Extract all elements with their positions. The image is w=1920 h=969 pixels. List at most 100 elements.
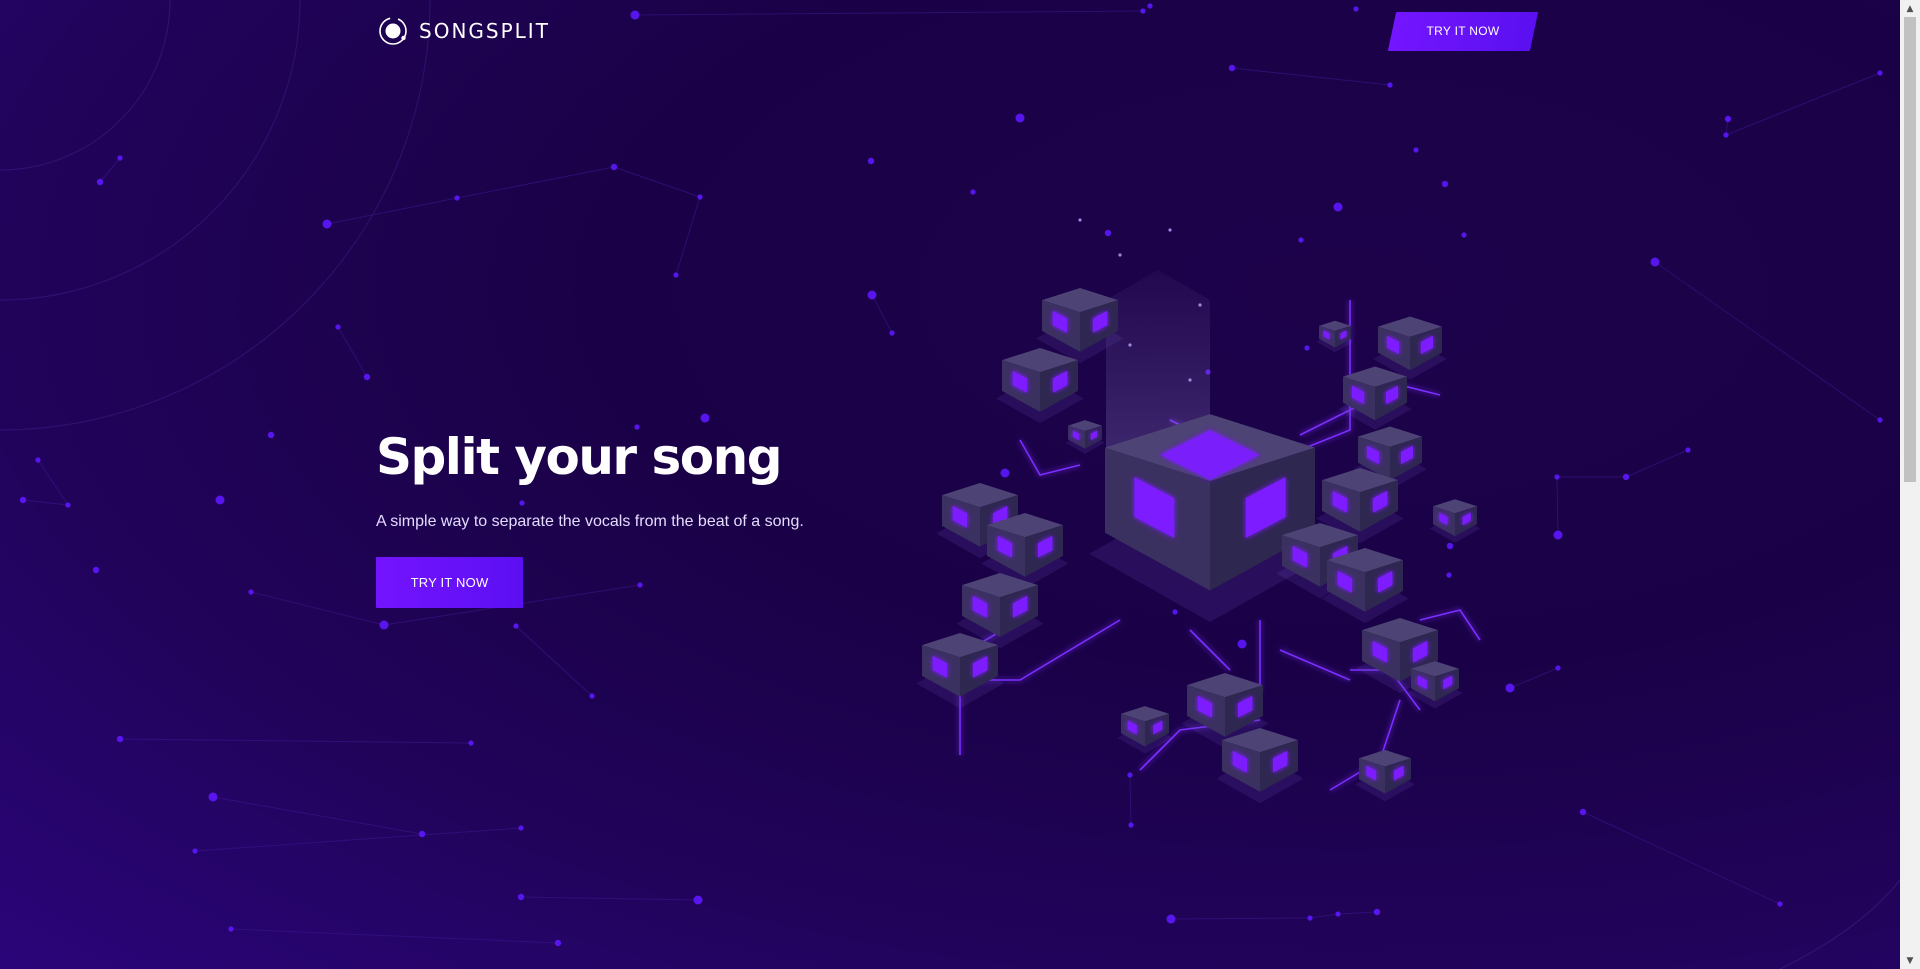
network-line xyxy=(119,738,472,744)
brand-name: SONGSPLIT xyxy=(419,19,550,43)
sparkle xyxy=(1128,343,1132,347)
hero-subtitle: A simple way to separate the vocals from… xyxy=(376,513,804,530)
network-line xyxy=(1654,261,1881,421)
cube-small xyxy=(1321,547,1409,624)
network-dot xyxy=(215,495,225,505)
network-dot xyxy=(1554,474,1560,480)
network-dot xyxy=(267,431,275,439)
network-dot xyxy=(117,155,123,161)
network-line xyxy=(1582,811,1781,905)
network-line xyxy=(37,459,69,506)
network-dot xyxy=(1553,530,1563,540)
network-dot xyxy=(1777,901,1783,907)
network-dot xyxy=(208,792,218,802)
network-line xyxy=(520,896,699,901)
network-dot xyxy=(970,189,976,195)
cube-tiny xyxy=(1065,420,1105,454)
hero-title: Split your song xyxy=(376,428,782,486)
network-line xyxy=(1170,917,1311,920)
network-dot xyxy=(867,157,875,165)
network-dot xyxy=(673,272,679,278)
hero-section: Split your song A simple way to separate… xyxy=(376,420,804,608)
network-line xyxy=(230,928,559,944)
background-arc xyxy=(1779,879,1900,969)
network-line xyxy=(1725,72,1881,136)
network-dot xyxy=(468,740,474,746)
landing-page: SONGSPLIT TRY IT NOW Split your song A s… xyxy=(0,0,1920,969)
network-dot xyxy=(96,178,104,186)
network-dot xyxy=(513,623,519,629)
network-line xyxy=(212,796,423,835)
network-dot xyxy=(697,194,703,200)
network-line xyxy=(326,197,458,225)
sparkle xyxy=(1188,378,1192,382)
network-dot xyxy=(1335,911,1341,917)
orbit-circle-icon xyxy=(379,17,407,45)
network-dot xyxy=(518,825,524,831)
network-line xyxy=(22,499,69,506)
network-dot xyxy=(1685,447,1691,453)
network-dot xyxy=(1373,908,1381,916)
network-dot xyxy=(65,502,71,508)
cube-tiny xyxy=(1316,320,1354,353)
network-dot xyxy=(1723,132,1729,138)
network-line xyxy=(515,625,593,697)
network-line xyxy=(456,166,615,199)
network-dot xyxy=(379,620,389,630)
header-try-it-now-button[interactable]: TRY IT NOW xyxy=(1387,12,1539,51)
cube-small xyxy=(1216,727,1304,804)
network-dot xyxy=(454,195,460,201)
network-line xyxy=(1625,449,1689,478)
site-header: SONGSPLIT TRY IT NOW xyxy=(0,0,1900,66)
cube-small xyxy=(916,632,1004,709)
network-dot xyxy=(1441,180,1449,188)
network-line xyxy=(613,166,701,198)
circuit-line xyxy=(1189,629,1231,671)
network-dot xyxy=(1622,473,1630,481)
network-dot xyxy=(1877,70,1883,76)
network-dot xyxy=(517,893,525,901)
vertical-scrollbar[interactable]: ▲ ▼ xyxy=(1900,0,1920,969)
network-dot xyxy=(116,735,124,743)
network-dot xyxy=(1555,665,1561,671)
isometric-cubes-network-illustration xyxy=(916,218,1481,804)
scrollbar-thumb[interactable] xyxy=(1904,17,1916,482)
network-line xyxy=(337,326,368,378)
network-dot xyxy=(363,373,371,381)
network-dot xyxy=(192,848,198,854)
network-line xyxy=(675,196,701,276)
network-line xyxy=(250,591,385,626)
network-line xyxy=(1231,67,1391,86)
sparkle xyxy=(1198,303,1202,307)
brand-logo[interactable]: SONGSPLIT xyxy=(377,15,550,47)
sparkle xyxy=(1118,253,1122,257)
network-dot xyxy=(1413,147,1419,153)
network-dot xyxy=(589,693,595,699)
network-dot xyxy=(1307,915,1313,921)
network-dot xyxy=(1877,417,1883,423)
network-dot xyxy=(554,939,562,947)
scroll-down-arrow-icon[interactable]: ▼ xyxy=(1900,952,1920,969)
network-line xyxy=(1337,911,1378,915)
circuit-line xyxy=(1279,649,1351,681)
cube-small xyxy=(996,347,1084,424)
network-dot xyxy=(867,290,877,300)
network-dot xyxy=(610,163,618,171)
network-line xyxy=(194,827,522,852)
network-line xyxy=(1556,476,1559,536)
cube-tiny xyxy=(1355,749,1415,802)
network-dot xyxy=(335,324,341,330)
circuit-line xyxy=(1299,300,1351,451)
network-dot xyxy=(1015,113,1025,123)
network-dot xyxy=(1579,808,1587,816)
sparkle xyxy=(1168,228,1172,232)
network-dot xyxy=(418,830,426,838)
hero-try-it-now-button[interactable]: TRY IT NOW xyxy=(376,557,523,608)
network-line xyxy=(1309,913,1339,919)
network-dot xyxy=(693,895,703,905)
scroll-up-arrow-icon[interactable]: ▲ xyxy=(1900,0,1920,17)
network-line xyxy=(99,157,121,183)
network-dot xyxy=(35,457,41,463)
network-dot xyxy=(1387,82,1393,88)
network-dot xyxy=(1724,115,1732,123)
